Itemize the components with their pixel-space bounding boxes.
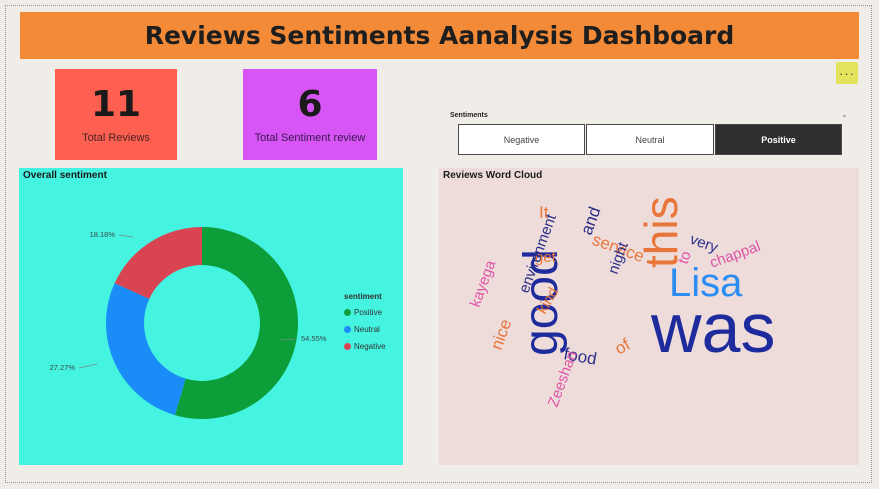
overall-sentiment-panel: Overall sentiment 54.55% 27.27% 18.18% sen… — [19, 168, 403, 465]
kpi-value: 6 — [297, 84, 323, 125]
legend-item-positive[interactable]: Positive — [344, 304, 386, 321]
slicer-option-positive[interactable]: Positive — [715, 124, 842, 155]
legend-item-negative[interactable]: Negative — [344, 338, 386, 355]
donut-slice-negative[interactable] — [114, 227, 202, 299]
legend-dot — [344, 326, 351, 333]
slicer-title: Sentiments — [450, 112, 488, 119]
slicer-option-negative[interactable]: Negative — [458, 124, 585, 155]
data-label: 27.27% — [50, 363, 76, 372]
legend-label: Neutral — [354, 325, 380, 334]
legend-dot — [344, 309, 351, 316]
data-label: 54.55% — [301, 334, 327, 343]
kpi-card-total-reviews: 11 Total Reviews — [55, 69, 177, 160]
word-cloud-panel: Reviews Word Cloud was good Lisa this servic… — [439, 168, 859, 465]
data-label: 18.18% — [90, 230, 116, 239]
word-cloud: wasgood Lisathisservice chappalverytonight… — [467, 196, 776, 410]
cloud-word[interactable]: Zeeshan — [545, 349, 581, 410]
data-label-leader — [118, 234, 134, 238]
kpi-card-total-sentiment-review: 6 Total Sentiment review — [243, 69, 377, 160]
legend-label: Negative — [354, 342, 386, 351]
legend-label: Positive — [354, 308, 383, 317]
chart-legend: sentiment Positive Neutral Negative — [344, 292, 386, 355]
legend-item-neutral[interactable]: Neutral — [344, 321, 386, 338]
cloud-word[interactable]: of — [612, 335, 634, 359]
data-label-leader — [78, 363, 98, 369]
more-options-button[interactable]: ··· — [836, 62, 858, 84]
kpi-value: 11 — [90, 84, 142, 125]
slicer-option-neutral[interactable]: Neutral — [586, 124, 714, 155]
page-title: Reviews Sentiments Aanalysis Dashboard — [144, 21, 735, 50]
donut-slice-neutral[interactable] — [105, 283, 186, 416]
legend-title: sentiment — [344, 292, 382, 301]
kpi-label: Total Sentiment review — [254, 132, 366, 144]
cloud-word[interactable]: kayega — [467, 257, 500, 309]
cloud-word[interactable]: very — [688, 231, 721, 257]
title-bar: Reviews Sentiments Aanalysis Dashboard — [20, 12, 859, 59]
chevron-down-icon[interactable]: ⌄ — [841, 110, 848, 119]
kpi-label: Total Reviews — [82, 132, 150, 144]
legend-dot — [344, 343, 351, 350]
cloud-word[interactable]: nice — [487, 317, 516, 353]
sentiment-slicer: Negative Neutral Positive — [458, 124, 842, 155]
